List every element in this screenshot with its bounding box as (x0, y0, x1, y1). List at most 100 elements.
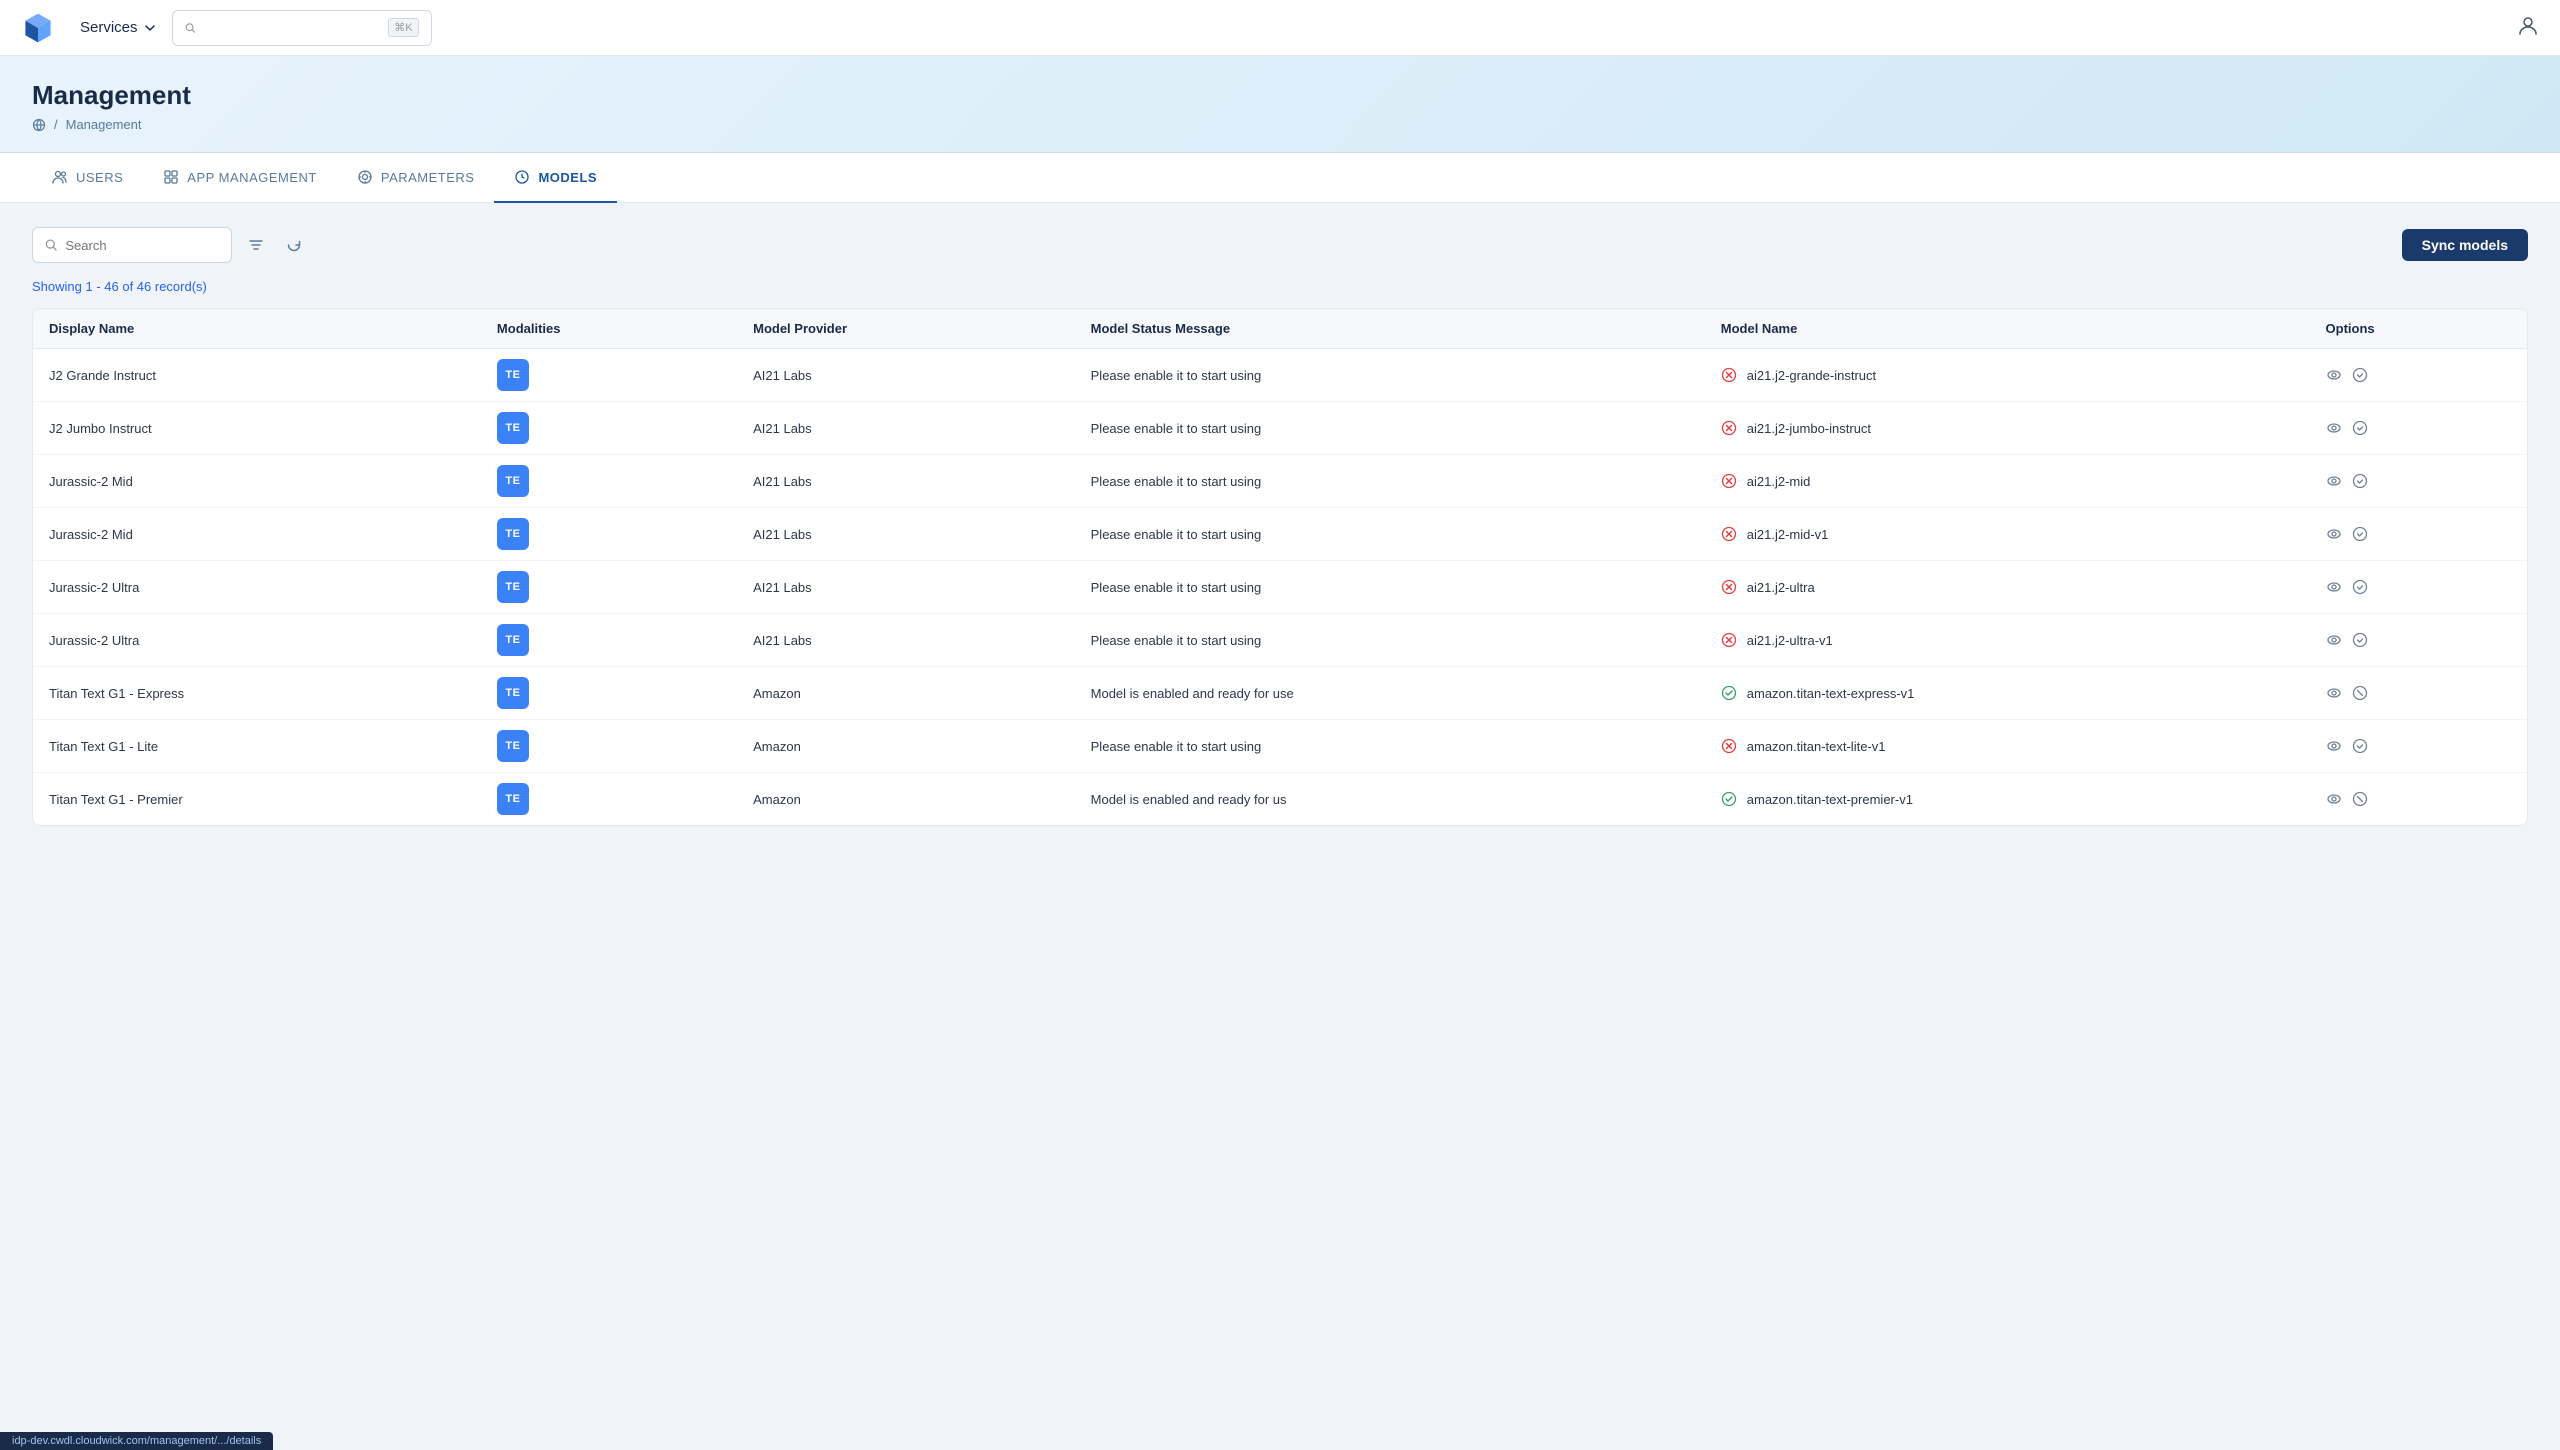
enable-option-button[interactable] (2352, 632, 2368, 648)
model-name-text: ai21.j2-jumbo-instruct (1747, 421, 1871, 436)
cell-options (2310, 773, 2527, 826)
table-search-input[interactable] (65, 238, 219, 253)
cell-provider: AI21 Labs (737, 402, 1075, 455)
cell-options (2310, 402, 2527, 455)
cell-provider: Amazon (737, 773, 1075, 826)
model-name-text: ai21.j2-mid-v1 (1747, 527, 1829, 542)
view-option-button[interactable] (2326, 473, 2342, 489)
cell-model-name: ai21.j2-mid-v1 (1705, 508, 2310, 561)
cell-status-message: Please enable it to start using (1075, 349, 1705, 402)
table-row: Jurassic-2 UltraTEAI21 LabsPlease enable… (33, 561, 2527, 614)
tab-users-label: USERS (76, 170, 123, 185)
model-name-text: amazon.titan-text-premier-v1 (1747, 792, 1913, 807)
cell-model-name: amazon.titan-text-premier-v1 (1705, 773, 2310, 826)
table-row: Titan Text G1 - PremierTEAmazonModel is … (33, 773, 2527, 826)
breadcrumb-current: Management (66, 117, 142, 132)
view-option-button[interactable] (2326, 420, 2342, 436)
cell-provider: Amazon (737, 667, 1075, 720)
status-x-icon (1721, 738, 1737, 754)
cell-modality: TE (481, 614, 737, 667)
table-header-row: Display Name Modalities Model Provider M… (33, 309, 2527, 349)
services-dropdown-button[interactable]: Services (72, 13, 164, 42)
disable-option-button[interactable] (2352, 685, 2368, 701)
cell-provider: AI21 Labs (737, 508, 1075, 561)
table-row: Jurassic-2 MidTEAI21 LabsPlease enable i… (33, 455, 2527, 508)
models-table-container: Display Name Modalities Model Provider M… (32, 308, 2528, 826)
model-name-text: ai21.j2-ultra (1747, 580, 1815, 595)
enable-option-button[interactable] (2352, 367, 2368, 383)
table-search-icon (45, 238, 57, 252)
cell-model-name: ai21.j2-mid (1705, 455, 2310, 508)
col-modalities: Modalities (481, 309, 737, 349)
filter-icon (248, 237, 264, 253)
cell-model-name: amazon.titan-text-lite-v1 (1705, 720, 2310, 773)
view-option-button[interactable] (2326, 685, 2342, 701)
tab-app-management[interactable]: APP MANAGEMENT (143, 153, 337, 203)
models-icon (514, 169, 530, 185)
te-badge: TE (497, 412, 529, 444)
view-option-button[interactable] (2326, 791, 2342, 807)
filter-button[interactable] (242, 231, 270, 259)
status-x-icon (1721, 420, 1737, 436)
model-name-text: ai21.j2-mid (1747, 474, 1811, 489)
table-row: Jurassic-2 UltraTEAI21 LabsPlease enable… (33, 614, 2527, 667)
app-management-icon (163, 169, 179, 185)
view-option-button[interactable] (2326, 579, 2342, 595)
status-bar: idp-dev.cwdl.cloudwick.com/management/..… (0, 1432, 273, 1450)
view-option-button[interactable] (2326, 526, 2342, 542)
disable-option-button[interactable] (2352, 791, 2368, 807)
view-option-button[interactable] (2326, 632, 2342, 648)
table-search-wrap (32, 227, 232, 263)
services-label: Services (80, 19, 138, 36)
page-header: Management / Management (0, 56, 2560, 153)
tabs-bar: USERS APP MANAGEMENT PARAMETERS MODELS (0, 153, 2560, 203)
cell-status-message: Please enable it to start using (1075, 561, 1705, 614)
nav-right (2516, 14, 2540, 41)
logo (20, 10, 56, 46)
view-option-button[interactable] (2326, 367, 2342, 383)
sync-models-button[interactable]: Sync models (2402, 229, 2528, 261)
table-row: J2 Jumbo Instruct TE AI21 LabsPlease enabl… (33, 402, 2527, 455)
te-badge: TE (497, 730, 529, 762)
tab-parameters[interactable]: PARAMETERS (337, 153, 495, 203)
enable-option-button[interactable] (2352, 526, 2368, 542)
status-x-icon (1721, 579, 1737, 595)
col-options: Options (2310, 309, 2527, 349)
user-account-button[interactable] (2516, 14, 2540, 41)
refresh-button[interactable] (280, 231, 308, 259)
cell-display-name: Titan Text G1 - Lite (33, 720, 481, 773)
cell-status-message: Please enable it to start using (1075, 402, 1705, 455)
te-badge: TE (497, 783, 529, 815)
global-search-bar: ⌘K (172, 10, 432, 46)
enable-option-button[interactable] (2352, 473, 2368, 489)
status-x-icon (1721, 632, 1737, 648)
breadcrumb: / Management (32, 117, 2528, 132)
toolbar-left (32, 227, 308, 263)
tab-app-management-label: APP MANAGEMENT (187, 170, 317, 185)
cell-model-name: amazon.titan-text-express-v1 (1705, 667, 2310, 720)
view-option-button[interactable] (2326, 738, 2342, 754)
tab-models[interactable]: MODELS (494, 153, 617, 203)
cell-options (2310, 667, 2527, 720)
cell-options (2310, 614, 2527, 667)
status-x-icon (1721, 367, 1737, 383)
status-check-icon (1721, 685, 1737, 701)
status-x-icon (1721, 526, 1737, 542)
enable-option-button[interactable] (2352, 420, 2368, 436)
status-x-icon (1721, 473, 1737, 489)
cell-display-name: J2 Jumbo Instruct (33, 402, 481, 455)
search-icon (185, 21, 196, 35)
status-url: idp-dev.cwdl.cloudwick.com/management/..… (12, 1435, 261, 1447)
table-row: Titan Text G1 - LiteTEAmazonPlease enabl… (33, 720, 2527, 773)
cell-model-name: ai21.j2-grande-instruct (1705, 349, 2310, 402)
cell-display-name: Titan Text G1 - Express (33, 667, 481, 720)
global-search-input[interactable] (203, 20, 380, 36)
globe-icon (32, 118, 46, 132)
tab-users[interactable]: USERS (32, 153, 143, 203)
te-badge: TE (497, 359, 529, 391)
col-model-status-message: Model Status Message (1075, 309, 1705, 349)
cell-model-name: ai21.j2-jumbo-instruct (1705, 402, 2310, 455)
enable-option-button[interactable] (2352, 738, 2368, 754)
enable-option-button[interactable] (2352, 579, 2368, 595)
col-display-name: Display Name (33, 309, 481, 349)
